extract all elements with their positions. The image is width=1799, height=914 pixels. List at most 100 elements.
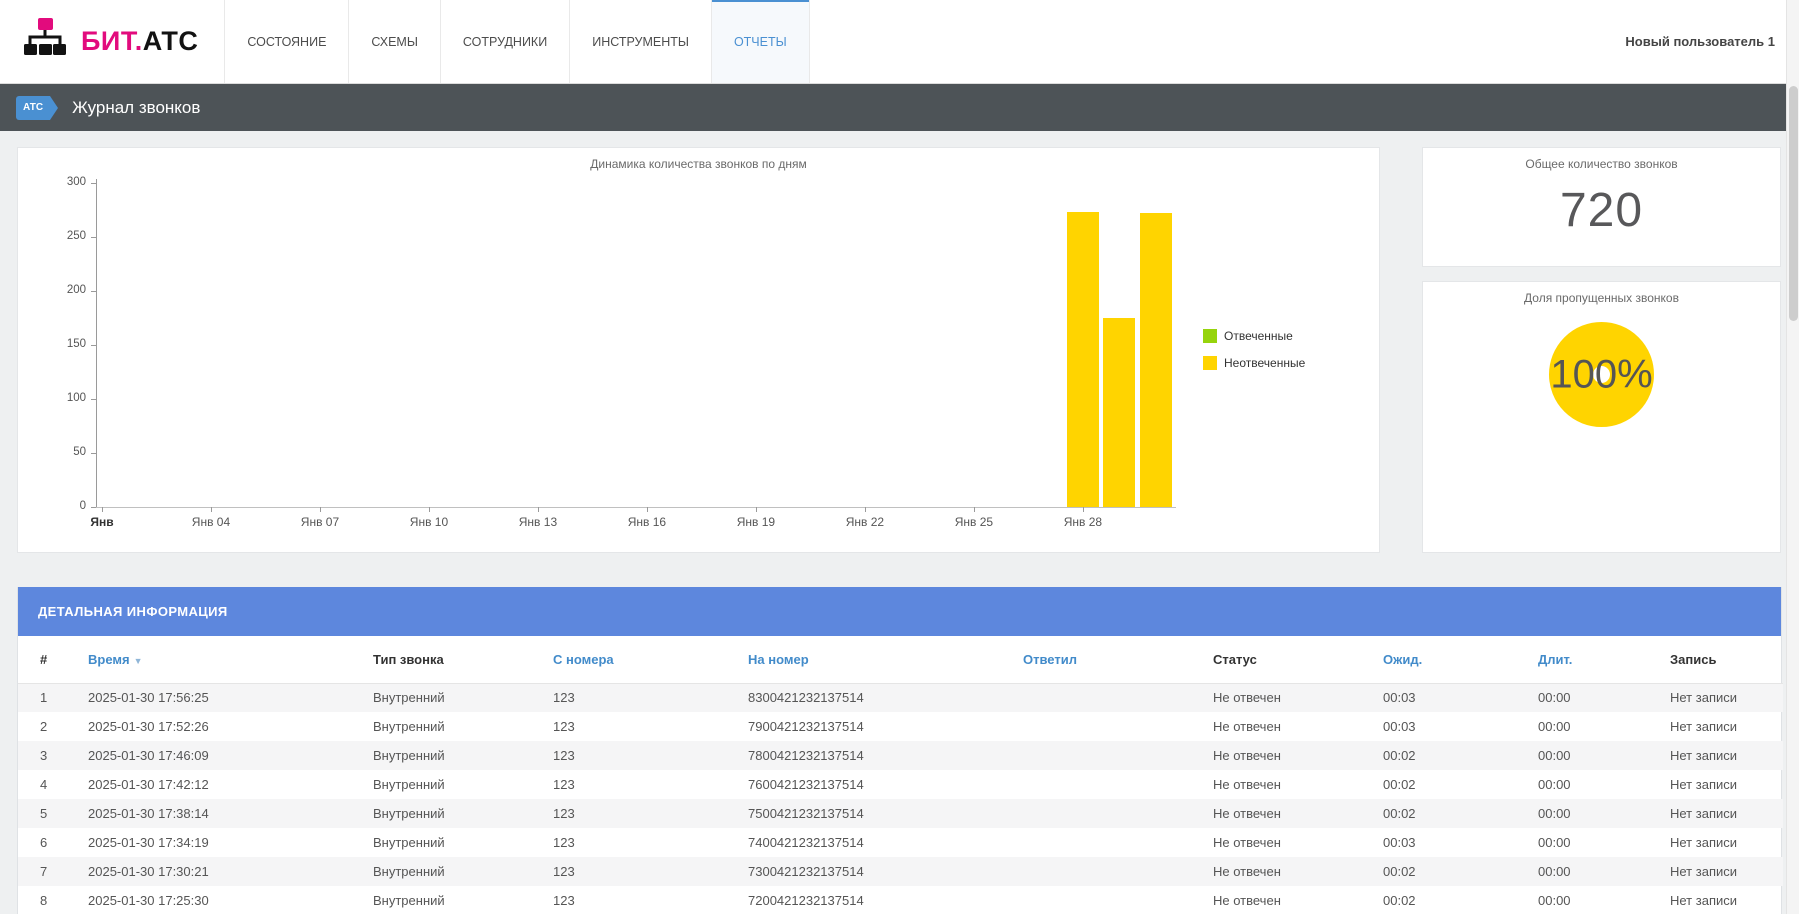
cell-to: 7600421232137514 — [748, 770, 1023, 799]
cell-answered — [1023, 799, 1213, 828]
x-axis-tick — [1083, 507, 1084, 512]
y-axis-label: 50 — [38, 446, 86, 458]
x-axis-label: Янв 25 — [934, 515, 1014, 529]
y-axis-tick — [91, 291, 96, 292]
column-header-from[interactable]: С номера — [553, 636, 748, 683]
cell-time: 2025-01-30 17:52:26 — [88, 712, 373, 741]
column-header-type: Тип звонка — [373, 636, 553, 683]
cell-status: Не отвечен — [1213, 712, 1383, 741]
scrollbar-thumb[interactable] — [1789, 86, 1798, 321]
x-axis-label: Янв — [62, 515, 142, 529]
tab-sostoyanie[interactable]: СОСТОЯНИЕ — [224, 0, 349, 83]
cell-time: 2025-01-30 17:30:21 — [88, 857, 373, 886]
column-header-to[interactable]: На номер — [748, 636, 1023, 683]
cell-from: 123 — [553, 712, 748, 741]
calls-dynamics-card: Динамика количества звонков по дням Отве… — [17, 147, 1380, 553]
cell-time: 2025-01-30 17:42:12 — [88, 770, 373, 799]
y-axis-label: 250 — [38, 230, 86, 242]
x-axis-label: Янв 22 — [825, 515, 905, 529]
cell-dur: 00:00 — [1538, 683, 1670, 712]
brand-logo[interactable]: БИТ.АТС — [0, 0, 224, 83]
column-header-dur[interactable]: Длит. — [1538, 636, 1670, 683]
y-axis-tick — [91, 345, 96, 346]
x-axis-tick — [429, 507, 430, 512]
cell-from: 123 — [553, 770, 748, 799]
x-axis-label: Янв 16 — [607, 515, 687, 529]
cell-type: Внутренний — [373, 857, 553, 886]
tab-sotrudniki[interactable]: СОТРУДНИКИ — [441, 0, 570, 83]
table-row[interactable]: 52025-01-30 17:38:14Внутренний1237500421… — [18, 799, 1783, 828]
cell-dur: 00:00 — [1538, 799, 1670, 828]
legend-item: Неотвеченные — [1203, 356, 1305, 370]
tab-instrumenty[interactable]: ИНСТРУМЕНТЫ — [570, 0, 712, 83]
legend-label: Неотвеченные — [1224, 356, 1305, 370]
cell-rec: Нет записи — [1670, 828, 1783, 857]
cell-wait: 00:03 — [1383, 828, 1538, 857]
total-calls-value: 720 — [1423, 183, 1780, 238]
column-header-answered[interactable]: Ответил — [1023, 636, 1213, 683]
cell-type: Внутренний — [373, 683, 553, 712]
y-axis-label: 100 — [38, 392, 86, 404]
cell-num: 4 — [18, 770, 88, 799]
user-menu[interactable]: Новый пользователь 1 — [1625, 0, 1799, 83]
chart-legend: Отвеченные Неотвеченные — [1203, 329, 1305, 383]
detail-section: ДЕТАЛЬНАЯ ИНФОРМАЦИЯ #Время▼Тип звонкаС … — [17, 587, 1782, 914]
chart-bar — [1067, 212, 1099, 507]
table-row[interactable]: 12025-01-30 17:56:25Внутренний1238300421… — [18, 683, 1783, 712]
x-axis-tick — [647, 507, 648, 512]
cell-status: Не отвечен — [1213, 857, 1383, 886]
table-row[interactable]: 82025-01-30 17:25:30Внутренний1237200421… — [18, 886, 1783, 914]
y-axis-label: 300 — [38, 176, 86, 188]
cell-rec: Нет записи — [1670, 770, 1783, 799]
y-axis-tick — [91, 183, 96, 184]
y-axis-tick — [91, 237, 96, 238]
donut-wrap: 100% — [1423, 322, 1780, 427]
tab-shemy[interactable]: СХЕМЫ — [349, 0, 440, 83]
cell-time: 2025-01-30 17:56:25 — [88, 683, 373, 712]
cell-status: Не отвечен — [1213, 741, 1383, 770]
table-row[interactable]: 42025-01-30 17:42:12Внутренний1237600421… — [18, 770, 1783, 799]
cell-to: 7800421232137514 — [748, 741, 1023, 770]
column-header-num: # — [18, 636, 88, 683]
brand-text: БИТ.АТС — [81, 26, 198, 57]
detail-section-header: ДЕТАЛЬНАЯ ИНФОРМАЦИЯ — [18, 587, 1781, 636]
cell-to: 7200421232137514 — [748, 886, 1023, 914]
total-calls-title: Общее количество звонков — [1423, 148, 1780, 171]
cell-num: 8 — [18, 886, 88, 914]
cell-wait: 00:02 — [1383, 741, 1538, 770]
cell-time: 2025-01-30 17:25:30 — [88, 886, 373, 914]
cell-to: 7300421232137514 — [748, 857, 1023, 886]
y-axis-label: 0 — [38, 500, 86, 512]
column-header-time[interactable]: Время▼ — [88, 636, 373, 683]
legend-item: Отвеченные — [1203, 329, 1305, 343]
missed-donut-chart: 100% — [1549, 322, 1654, 427]
x-axis-tick — [865, 507, 866, 512]
x-axis-tick — [974, 507, 975, 512]
column-header-status: Статус — [1213, 636, 1383, 683]
table-row[interactable]: 22025-01-30 17:52:26Внутренний1237900421… — [18, 712, 1783, 741]
cell-rec: Нет записи — [1670, 857, 1783, 886]
atc-badge: АТС — [16, 96, 50, 120]
cell-type: Внутренний — [373, 828, 553, 857]
cell-answered — [1023, 741, 1213, 770]
detail-section-title: ДЕТАЛЬНАЯ ИНФОРМАЦИЯ — [38, 604, 228, 619]
cell-num: 3 — [18, 741, 88, 770]
table-row[interactable]: 72025-01-30 17:30:21Внутренний1237300421… — [18, 857, 1783, 886]
sort-icon: ▼ — [134, 656, 143, 666]
cell-status: Не отвечен — [1213, 828, 1383, 857]
cell-to: 7900421232137514 — [748, 712, 1023, 741]
cell-answered — [1023, 828, 1213, 857]
y-axis-label: 200 — [38, 284, 86, 296]
vertical-scrollbar[interactable] — [1786, 0, 1799, 914]
x-axis-label: Янв 07 — [280, 515, 360, 529]
column-header-rec: Запись — [1670, 636, 1783, 683]
cell-type: Внутренний — [373, 741, 553, 770]
table-row[interactable]: 32025-01-30 17:46:09Внутренний1237800421… — [18, 741, 1783, 770]
cell-dur: 00:00 — [1538, 770, 1670, 799]
table-row[interactable]: 62025-01-30 17:34:19Внутренний1237400421… — [18, 828, 1783, 857]
column-header-wait[interactable]: Ожид. — [1383, 636, 1538, 683]
cell-answered — [1023, 712, 1213, 741]
chart-title: Динамика количества звонков по дням — [18, 148, 1379, 171]
cell-num: 1 — [18, 683, 88, 712]
tab-otchety[interactable]: ОТЧЕТЫ — [712, 0, 810, 83]
